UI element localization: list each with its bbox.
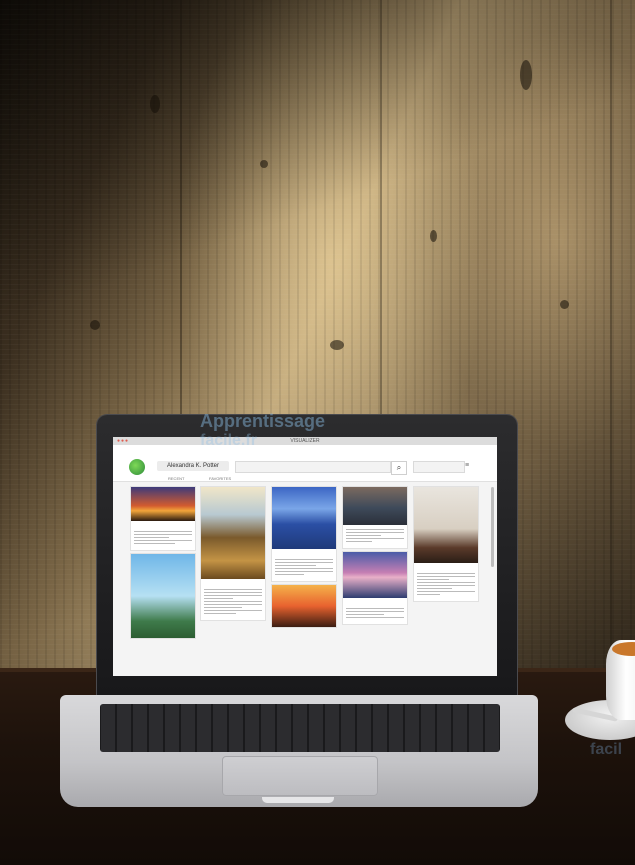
photo-thumbnail <box>272 585 336 627</box>
photo-card <box>414 487 478 601</box>
wall-pit <box>90 320 100 330</box>
photo-card <box>131 487 195 550</box>
photo-caption <box>272 555 336 581</box>
search-icon: ⌕ <box>391 461 407 475</box>
photo-card <box>201 487 265 620</box>
window-title: VISUALIZER <box>290 438 320 444</box>
laptop-trackpad <box>222 756 378 796</box>
photo-thumbnail <box>343 487 407 525</box>
laptop-screen: ●●● VISUALIZER Alexandra K. Potter RECEN… <box>113 437 497 676</box>
photo-card <box>343 487 407 548</box>
watermark-corner: facil <box>590 741 623 758</box>
wall-pit <box>330 340 344 350</box>
wall-pit <box>430 230 437 242</box>
scrollbar <box>491 487 494 567</box>
wall-pit <box>150 95 160 113</box>
photo-thumbnail <box>131 487 195 521</box>
photo-column <box>414 487 478 605</box>
window-titlebar: ●●● VISUALIZER <box>113 437 497 445</box>
photo-column <box>272 487 336 631</box>
nav-link-recent: RECENT <box>168 476 185 481</box>
laptop-notch <box>262 797 334 803</box>
photo-caption <box>131 527 195 550</box>
watermark-line2: facile.fr <box>200 432 257 449</box>
search-input <box>235 461 391 473</box>
photo-thumbnail <box>343 552 407 598</box>
photo-caption <box>343 604 407 624</box>
secondary-search-input <box>413 461 465 473</box>
photo-thumbnail <box>201 487 265 579</box>
profile-name: Alexandra K. Potter <box>157 461 229 471</box>
photo-column <box>343 487 407 628</box>
photo-column <box>201 487 265 624</box>
wall-pit <box>260 160 268 168</box>
photo-card <box>343 552 407 624</box>
wall-pit <box>520 60 532 90</box>
photo-thumbnail <box>131 554 195 638</box>
nav-link-favorites: FAVORITES <box>209 476 232 481</box>
menu-icon: ≡ <box>465 462 470 469</box>
photo-column <box>131 487 195 642</box>
photo-scene: ●●● VISUALIZER Alexandra K. Potter RECEN… <box>0 0 635 865</box>
watermark-line1: Apprentissage <box>200 411 326 431</box>
photo-card <box>131 554 195 638</box>
photo-thumbnail <box>414 487 478 563</box>
photo-card <box>272 487 336 581</box>
photo-caption <box>343 525 407 548</box>
wall-seam <box>610 0 612 700</box>
photo-card <box>272 585 336 627</box>
photo-thumbnail <box>272 487 336 549</box>
photo-caption <box>201 585 265 620</box>
wall-pit <box>560 300 569 309</box>
laptop-keyboard <box>100 704 500 752</box>
photo-caption <box>414 569 478 601</box>
app-header: Alexandra K. Potter RECENT FAVORITES ⌕ ≡ <box>113 445 497 482</box>
app-logo <box>129 459 145 475</box>
